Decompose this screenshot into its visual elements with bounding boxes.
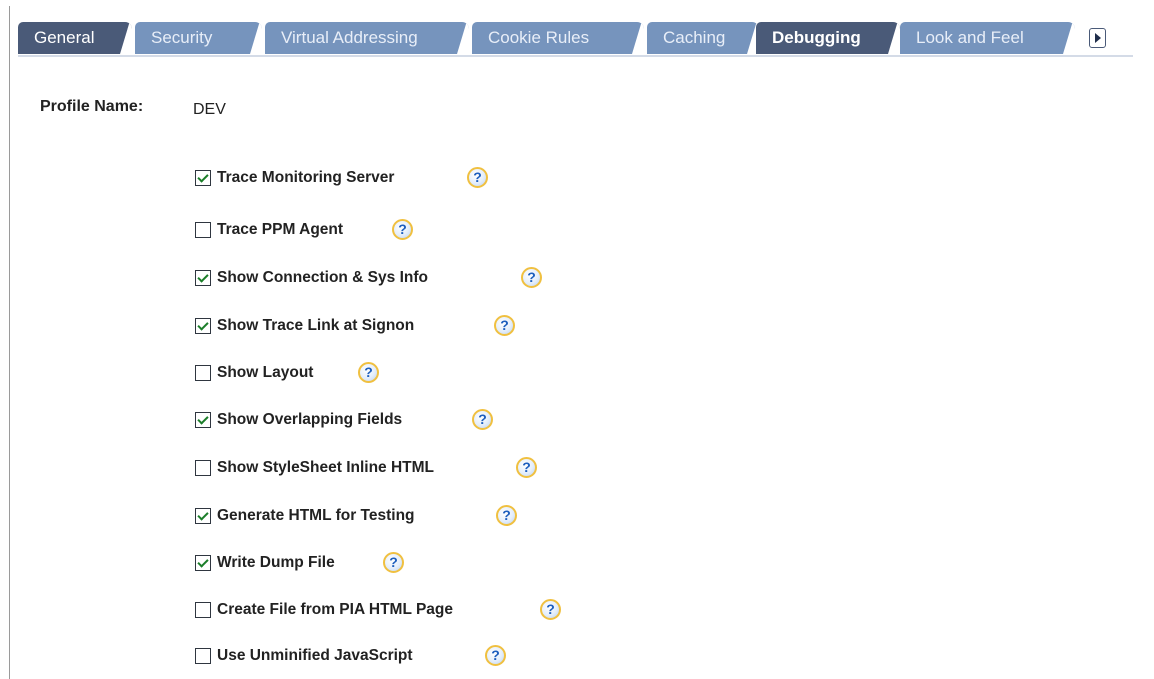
tab-label: General [34,28,95,47]
option-show-trace-link-at-signon: Show Trace Link at Signon [195,315,414,337]
right-arrow-icon [1095,33,1101,43]
page-left-border [9,6,10,679]
help-icon[interactable]: ? [516,457,537,478]
help-icon[interactable]: ? [496,505,517,526]
checkbox[interactable] [195,222,211,238]
tab-caching[interactable]: Caching [647,22,759,54]
checkbox[interactable] [195,412,211,428]
checkbox[interactable] [195,365,211,381]
help-icon[interactable]: ? [383,552,404,573]
tab-scroll-next-button[interactable] [1089,28,1106,48]
option-label: Show Trace Link at Signon [217,317,415,334]
tab-label: Look and Feel [916,28,1024,47]
option-label: Show Connection & Sys Info [217,269,428,286]
option-create-file-from-pia-html-page: Create File from PIA HTML Page [195,599,453,621]
checkbox[interactable] [195,270,211,286]
option-label: Generate HTML for Testing [217,507,415,524]
help-icon[interactable]: ? [392,219,413,240]
option-label: Show Layout [217,364,314,381]
option-use-unminified-javascript: Use Unminified JavaScript [195,645,413,667]
tab-label: Virtual Addressing [281,28,418,47]
help-icon[interactable]: ? [472,409,493,430]
option-trace-monitoring-server: Trace Monitoring Server [195,167,394,189]
help-icon[interactable]: ? [540,599,561,620]
tab-label: Cookie Rules [488,28,590,47]
tab-debugging[interactable]: Debugging [756,22,900,54]
help-icon[interactable]: ? [485,645,506,666]
checkbox[interactable] [195,170,211,186]
option-label: Show StyleSheet Inline HTML [217,459,435,476]
option-show-stylesheet-inline-html: Show StyleSheet Inline HTML [195,457,434,479]
tab-label: Debugging [772,28,861,47]
tab-virtual-addressing[interactable]: Virtual Addressing [265,22,469,54]
checkbox[interactable] [195,460,211,476]
option-label: Use Unminified JavaScript [217,647,413,664]
option-show-connection-sys-info: Show Connection & Sys Info [195,267,428,289]
checkbox[interactable] [195,648,211,664]
checkbox[interactable] [195,602,211,618]
tab-look-and-feel[interactable]: Look and Feel [900,22,1075,54]
checkbox[interactable] [195,555,211,571]
help-icon[interactable]: ? [467,167,488,188]
option-label: Write Dump File [217,554,335,571]
tab-general[interactable]: General [18,22,132,54]
help-icon[interactable]: ? [358,362,379,383]
tab-label: Security [151,28,213,47]
help-icon[interactable]: ? [521,267,542,288]
tab-label: Caching [663,28,726,47]
tab-security[interactable]: Security [135,22,262,54]
checkbox[interactable] [195,508,211,524]
profile-name-label: Profile Name: [40,98,144,115]
option-show-layout: Show Layout [195,362,313,384]
option-show-overlapping-fields: Show Overlapping Fields [195,409,402,431]
option-label: Create File from PIA HTML Page [217,601,453,618]
option-label: Show Overlapping Fields [217,411,403,428]
option-trace-ppm-agent: Trace PPM Agent [195,219,343,241]
option-write-dump-file: Write Dump File [195,552,335,574]
checkbox[interactable] [195,318,211,334]
option-label: Trace Monitoring Server [217,169,395,186]
option-label: Trace PPM Agent [217,221,344,238]
option-generate-html-for-testing: Generate HTML for Testing [195,505,415,527]
tab-cookie-rules[interactable]: Cookie Rules [472,22,644,54]
tab-underline [18,55,1133,57]
profile-name-value: DEV [193,101,226,118]
help-icon[interactable]: ? [494,315,515,336]
